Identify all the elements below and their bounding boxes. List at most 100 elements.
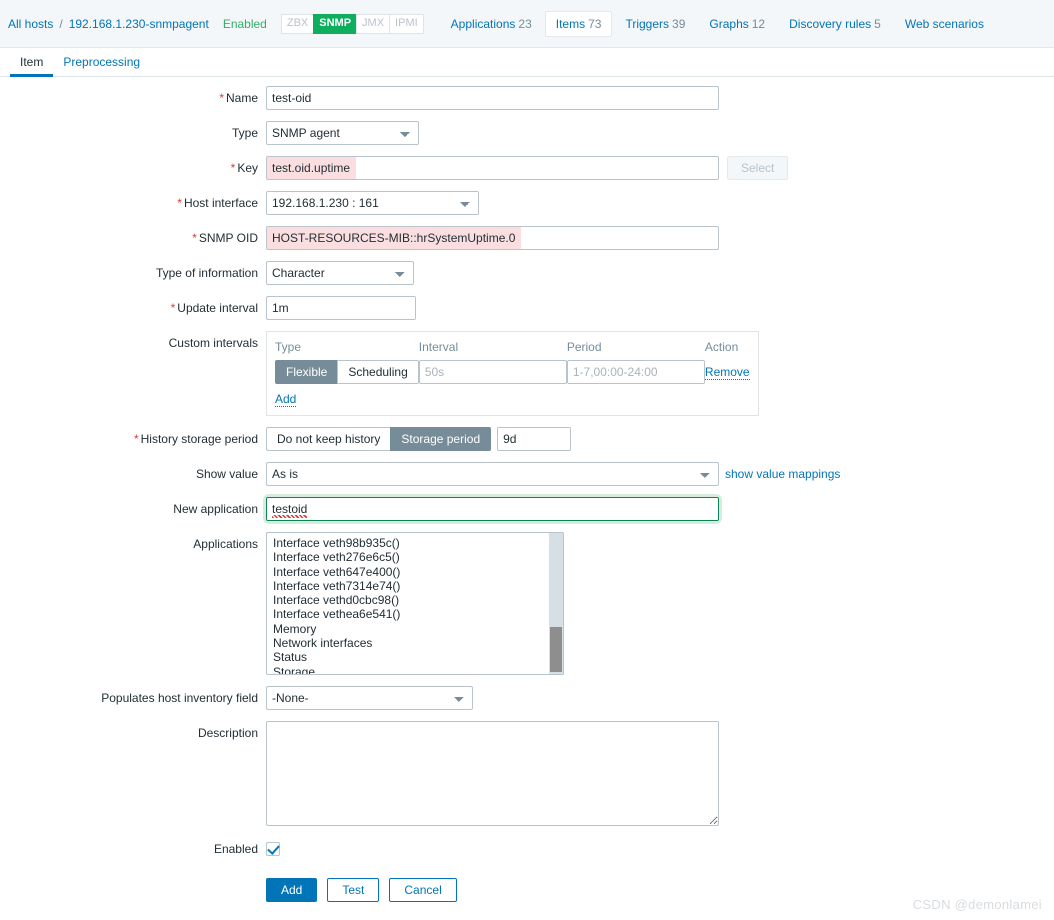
snmp-oid-input-wrapper: HOST-RESOURCES-MIB::hrSystemUptime.0	[266, 226, 719, 250]
column-header-action: Action	[704, 340, 739, 354]
description-textarea[interactable]	[266, 721, 719, 826]
field-row-update-interval: * Update interval	[0, 296, 1054, 320]
list-item[interactable]: Interface vethd0cbc98()	[267, 593, 563, 607]
new-application-input[interactable]	[266, 497, 719, 521]
applications-scrollbar[interactable]	[549, 533, 563, 674]
label-key: * Key	[230, 161, 258, 175]
interval-type-scheduling-button[interactable]: Scheduling	[337, 360, 419, 384]
host-interface-select[interactable]: 192.168.1.230 : 161	[266, 191, 479, 215]
label-update-interval: * Update interval	[170, 301, 258, 315]
type-select[interactable]: SNMP agent	[266, 121, 419, 145]
show-value-select[interactable]: As is	[266, 462, 719, 486]
label-enabled: Enabled	[213, 842, 258, 856]
nav-tab-items-label: Items	[555, 16, 586, 31]
column-header-period: Period	[566, 340, 602, 354]
interface-badge-ipmi: IPMI	[389, 13, 424, 34]
field-row-show-value: Show value As is show value mappings	[0, 462, 1054, 486]
list-item[interactable]: Interface veth98b935c()	[267, 536, 563, 550]
nav-tab-applications[interactable]: Applications 23	[440, 11, 543, 37]
label-snmp-oid: * SNMP OID	[192, 231, 258, 245]
nav-tab-triggers-count: 39	[672, 16, 686, 31]
new-application-wrapper	[266, 497, 719, 521]
label-host-interface: * Host interface	[177, 196, 258, 210]
nav-tab-discovery-rules[interactable]: Discovery rules 5	[778, 11, 892, 37]
list-item[interactable]: Storage	[267, 665, 563, 674]
field-row-key: * Key test.oid.uptime Select	[0, 156, 1054, 180]
cancel-button[interactable]: Cancel	[389, 878, 457, 902]
add-button[interactable]: Add	[266, 878, 318, 902]
form-tabs: Item Preprocessing	[0, 48, 1054, 77]
test-button[interactable]: Test	[327, 878, 380, 902]
applications-scrollbar-thumb[interactable]	[550, 627, 562, 672]
field-row-applications: Applications Interface veth98b935c() Int…	[0, 532, 1054, 675]
show-value-mappings-link[interactable]: show value mappings	[725, 462, 840, 486]
custom-intervals-row: Flexible Scheduling Remov	[275, 360, 750, 390]
required-marker: *	[192, 231, 197, 245]
breadcrumb-all-hosts[interactable]: All hosts	[8, 17, 53, 31]
list-item[interactable]: Network interfaces	[267, 636, 563, 650]
host-status[interactable]: Enabled	[223, 17, 267, 31]
custom-period-input[interactable]	[566, 360, 705, 384]
cell-period-value	[566, 360, 705, 390]
add-interval-link[interactable]: Add	[275, 392, 297, 407]
nav-tab-items-count: 73	[588, 16, 602, 31]
label-description: Description	[197, 726, 258, 740]
nav-tab-web-scenarios[interactable]: Web scenarios	[894, 11, 995, 37]
list-item[interactable]: Status	[267, 650, 563, 664]
required-marker: *	[177, 196, 182, 210]
tab-item[interactable]: Item	[10, 50, 54, 77]
type-of-information-select[interactable]: Character	[266, 261, 414, 285]
nav-tab-graphs[interactable]: Graphs 12	[698, 11, 776, 37]
interface-badge-jmx: JMX	[356, 13, 390, 34]
label-show-value: Show value	[195, 467, 258, 481]
history-do-not-keep-button[interactable]: Do not keep history	[266, 427, 391, 451]
list-item[interactable]: Interface veth647e400()	[267, 565, 563, 579]
nav-tab-applications-count: 23	[518, 16, 532, 31]
remove-interval-link[interactable]: Remove	[704, 365, 750, 380]
cell-action: Remove	[704, 360, 750, 390]
cell-interval-value	[418, 360, 567, 390]
list-item[interactable]: Interface veth276e6c5()	[267, 550, 563, 564]
item-form: *Name Type SNMP agent *Key test.oid.upti…	[0, 86, 1054, 913]
history-storage-period-button[interactable]: Storage period	[390, 427, 492, 451]
label-type-of-information: Type of information	[155, 266, 258, 280]
nav-tab-items[interactable]: Items 73	[544, 10, 613, 37]
snmp-oid-input[interactable]	[266, 226, 719, 250]
nav-tab-triggers-label: Triggers	[625, 16, 670, 31]
key-input[interactable]	[266, 156, 719, 180]
custom-interval-input[interactable]	[418, 360, 567, 384]
field-row-type-of-information: Type of information Character	[0, 261, 1054, 285]
field-row-enabled: Enabled	[0, 837, 1054, 861]
field-row-populates-host-inventory-field: Populates host inventory field -None-	[0, 686, 1054, 710]
field-row-new-application: New application	[0, 497, 1054, 521]
label-custom-intervals: Custom intervals	[168, 336, 258, 350]
cell-interval-type: Flexible Scheduling	[275, 360, 419, 390]
custom-intervals-table: Type Interval Period Action Flexible Sch…	[275, 338, 750, 390]
nav-tab-discovery-rules-label: Discovery rules	[789, 16, 872, 31]
nav-tab-applications-label: Applications	[450, 16, 516, 31]
label-populates-host-inventory-field: Populates host inventory field	[101, 691, 258, 705]
enabled-checkbox[interactable]	[266, 842, 280, 856]
history-storage-period-input[interactable]	[497, 427, 572, 451]
update-interval-input[interactable]	[266, 296, 416, 320]
field-row-name: * Name	[0, 86, 1054, 110]
interface-availability-group: ZBX SNMP JMX IPMI	[280, 13, 424, 34]
list-item[interactable]: Interface vethea6e541()	[267, 607, 563, 621]
label-history-storage-period: * History storage period	[133, 432, 258, 446]
interval-type-segmented-control: Flexible Scheduling	[275, 360, 419, 384]
list-item[interactable]: Memory	[267, 622, 563, 636]
tab-preprocessing[interactable]: Preprocessing	[53, 50, 150, 76]
name-input[interactable]	[266, 86, 719, 110]
applications-listbox[interactable]: Interface veth98b935c() Interface veth27…	[266, 532, 564, 675]
host-header: All hosts / 192.168.1.230-snmpagent Enab…	[0, 0, 1054, 48]
list-item[interactable]: Interface veth7314e74()	[267, 579, 563, 593]
interval-type-flexible-button[interactable]: Flexible	[275, 360, 338, 384]
required-marker: *	[219, 91, 224, 105]
populates-host-inventory-field-select[interactable]: -None-	[266, 686, 473, 710]
nav-tab-triggers[interactable]: Triggers 39	[614, 11, 696, 37]
label-type: Type	[231, 126, 258, 140]
key-select-button[interactable]: Select	[727, 156, 789, 180]
field-row-host-interface: * Host interface 192.168.1.230 : 161	[0, 191, 1054, 215]
breadcrumb-host-name[interactable]: 192.168.1.230-snmpagent	[69, 17, 209, 31]
custom-intervals-header-row: Type Interval Period Action	[275, 338, 750, 360]
